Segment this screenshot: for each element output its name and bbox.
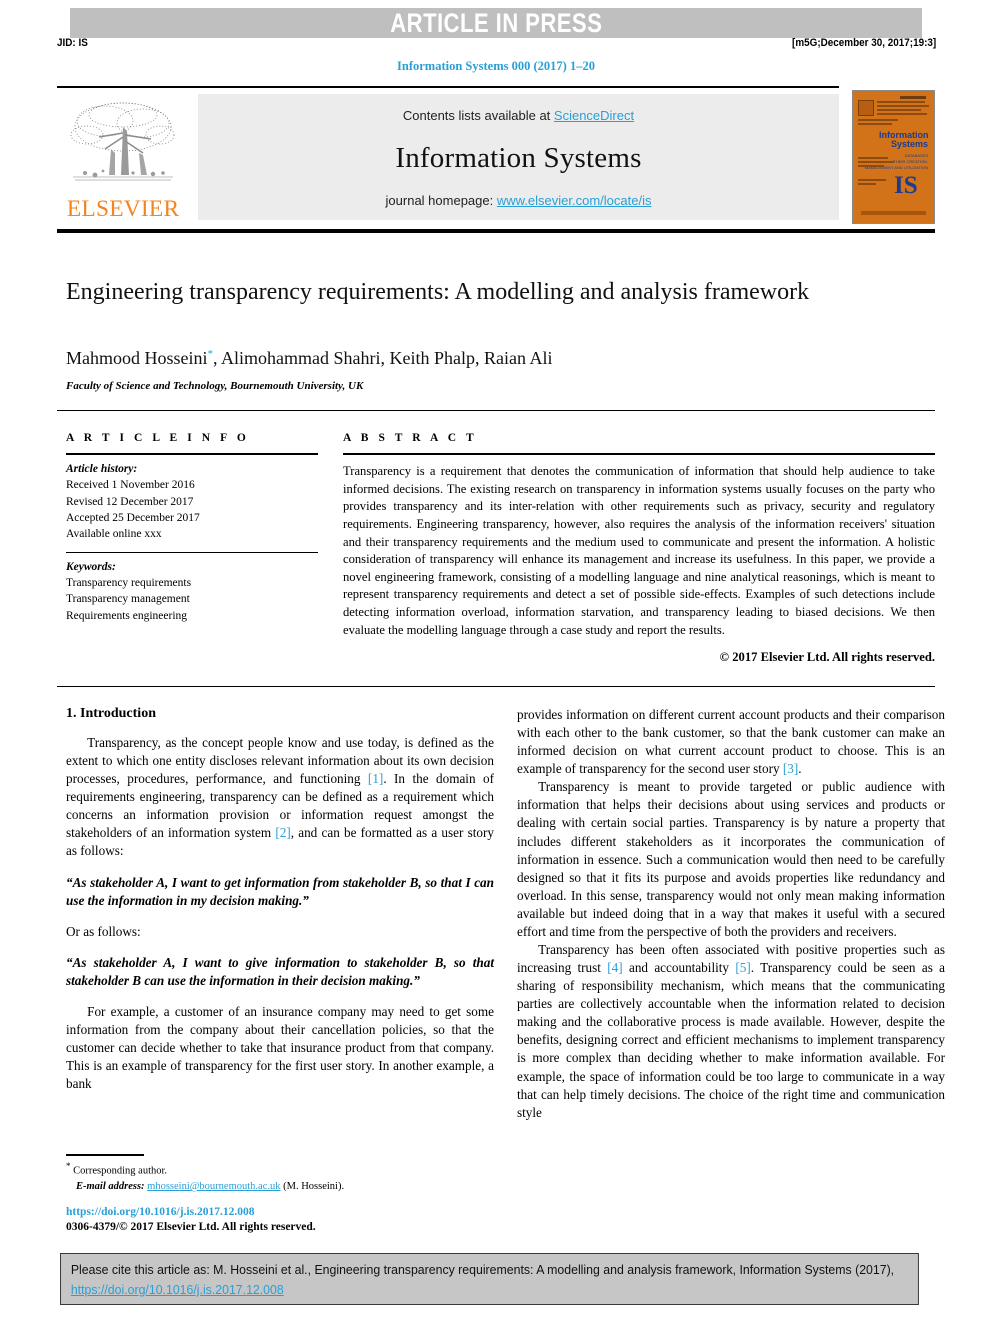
email-address-label: E-mail address: [76, 1181, 145, 1193]
citation-ref-3[interactable]: [3] [783, 761, 798, 776]
keyword-item: Transparency requirements [66, 576, 192, 589]
cover-flag-mark [858, 100, 874, 116]
history-item: Received 1 November 2016 [66, 479, 195, 492]
corresponding-author-marker: * [207, 348, 214, 360]
elsevier-tree-icon [70, 102, 175, 181]
paragraph-text: . [798, 761, 802, 777]
abstract-body: Transparency is a requirement that denot… [343, 464, 935, 637]
journal-title: Information Systems [395, 141, 642, 174]
issn-copyright-line: 0306-4379/© 2017 Elsevier Ltd. All right… [66, 1221, 316, 1233]
keyword-item: Transparency management [66, 593, 190, 606]
cover-top-bar [900, 96, 926, 99]
user-story-quote-1: “As stakeholder A, I want to get informa… [66, 874, 494, 908]
article-history-label: Article history: [66, 463, 138, 475]
cover-is-logo: IS [894, 172, 918, 199]
citation-ref-1[interactable]: [1] [368, 771, 383, 786]
article-info-divider [66, 551, 318, 553]
corresponding-author-text: Corresponding author. [73, 1165, 168, 1177]
article-in-press-label: ARTICLE IN PRESS [390, 7, 602, 38]
or-as-follows-line: Or as follows: [66, 923, 141, 939]
email-line: E-mail address: mhosseini@bournemouth.ac… [66, 1179, 486, 1195]
citation-notice-text: Please cite this article as: M. Hosseini… [70, 1263, 895, 1277]
body-left-column: 1. Introduction Transparency, as the con… [66, 706, 494, 1093]
corresponding-author-line: * Corresponding author. [66, 1160, 486, 1179]
citation-ref-4[interactable]: [4] [607, 960, 622, 975]
masthead-top-rule [57, 86, 839, 88]
article-in-press-banner: ARTICLE IN PRESS [70, 8, 922, 38]
paragraph-right-1: provides information on different curren… [517, 706, 945, 778]
keywords-label: Keywords: [66, 560, 116, 573]
keywords-group: Keywords: Transparency requirements Tran… [66, 559, 318, 624]
body-right-column: provides information on different curren… [517, 706, 945, 1122]
paragraph-text: provides information on different curren… [517, 707, 945, 777]
paragraph-intro-1: Transparency, as the concept people know… [66, 734, 494, 861]
contents-prefix: Contents lists available at [402, 108, 554, 123]
paragraph-text: and accountability [622, 960, 736, 976]
article-info-column: A R T I C L E I N F O Article history: R… [66, 432, 318, 624]
masthead-center-box: Contents lists available at ScienceDirec… [198, 94, 839, 220]
sciencedirect-link[interactable]: ScienceDirect [554, 108, 634, 123]
page-title: Engineering transparency requirements: A… [66, 279, 810, 305]
typesetting-stamp: [m5G;December 30, 2017;19:3] [791, 37, 936, 49]
journal-cover-thumbnail: Information Systems DATABASES THEIR CREA… [852, 90, 935, 224]
journal-masthead: ELSEVIER Contents lists available at Sci… [57, 86, 935, 233]
contents-lists-line: Contents lists available at ScienceDirec… [403, 108, 634, 123]
footnote-block: * Corresponding author. E-mail address: … [66, 1160, 486, 1195]
abstract-copyright: © 2017 Elsevier Ltd. All rights reserved… [719, 650, 935, 665]
journal-id-label: JID: IS [57, 37, 88, 49]
paragraph-intro-2: For example, a customer of an insurance … [66, 1003, 494, 1092]
citation-doi-link[interactable]: https://doi.org/10.1016/j.is.2017.12.008 [71, 1283, 284, 1297]
footnote-rule [66, 1154, 144, 1156]
affiliation: Faculty of Science and Technology, Bourn… [66, 380, 364, 392]
body-top-rule [57, 686, 935, 687]
article-page: ARTICLE IN PRESS JID: IS [m5G;December 3… [0, 0, 992, 1323]
homepage-prefix: journal homepage: [385, 193, 497, 208]
abstract-heading: A B S T R A C T [343, 432, 478, 444]
cover-journal-title: Information Systems [879, 130, 929, 150]
article-info-rule [66, 453, 318, 455]
article-info-heading: A R T I C L E I N F O [66, 432, 250, 444]
paragraph-text: . Transparency could be seen as a sharin… [517, 960, 945, 1120]
paragraph-right-2: Transparency is meant to provide targete… [517, 779, 945, 939]
abstract-column: A B S T R A C T Transparency is a requir… [343, 432, 935, 665]
info-top-rule [57, 410, 935, 411]
history-item: Accepted 25 December 2017 [66, 511, 200, 524]
cover-bottom-bar [861, 211, 926, 215]
email-owner: (M. Hosseini). [283, 1181, 345, 1193]
abstract-rule [343, 453, 935, 455]
paragraph-right-3: Transparency has been often associated w… [517, 941, 945, 1122]
history-item: Revised 12 December 2017 [66, 495, 194, 508]
doi-link[interactable]: https://doi.org/10.1016/j.is.2017.12.008 [66, 1206, 254, 1218]
authors-text: Mahmood Hosseini*, Alimohammad Shahri, K… [66, 348, 553, 368]
elsevier-wordmark: ELSEVIER [66, 196, 180, 221]
citation-ref-2[interactable]: [2] [275, 825, 290, 840]
journal-homepage-line: journal homepage: www.elsevier.com/locat… [386, 193, 652, 208]
email-link[interactable]: mhosseini@bournemouth.ac.uk [147, 1181, 280, 1192]
citation-notice-box: Please cite this article as: M. Hosseini… [60, 1253, 919, 1305]
citation-ref-5[interactable]: [5] [735, 960, 750, 975]
keyword-item: Requirements engineering [66, 609, 188, 622]
journal-reference: Information Systems 000 (2017) 1–20 [397, 59, 595, 73]
cover-subtitle-1: DATABASES [904, 153, 928, 158]
elsevier-logo: ELSEVIER [63, 94, 183, 220]
cover-title-line2: Systems [890, 139, 928, 150]
masthead-bottom-rule [57, 229, 935, 233]
section-heading-introduction: 1. Introduction [66, 706, 156, 721]
asterisk-icon: * [66, 1161, 71, 1171]
history-item: Available online xxx [66, 528, 162, 541]
article-history-group: Article history: Received 1 November 201… [66, 461, 318, 543]
author-list: Mahmood Hosseini*, Alimohammad Shahri, K… [66, 348, 926, 369]
user-story-quote-2: “As stakeholder A, I want to give inform… [66, 954, 494, 988]
journal-homepage-link[interactable]: www.elsevier.com/locate/is [497, 193, 652, 208]
